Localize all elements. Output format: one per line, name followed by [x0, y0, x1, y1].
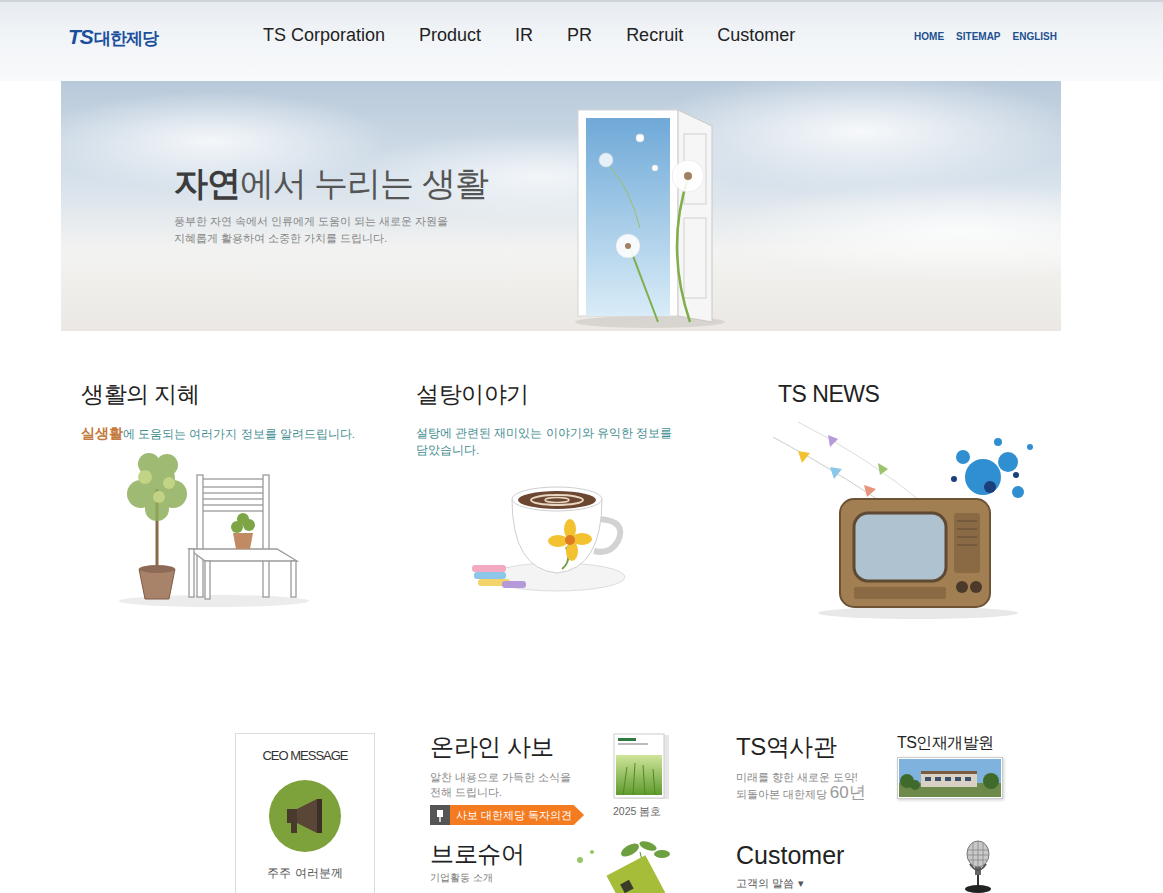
utility-links: HOME SITEMAP ENGLISH	[914, 2, 1061, 44]
description-line: 실생활에 도움되는 여러가지 정보를 알려드립니다.	[81, 425, 416, 443]
utility-link[interactable]: SITEMAP	[956, 29, 1000, 44]
ceo-caption: 주주 여러분께	[236, 864, 374, 882]
brochure-text: 브로슈어기업활동 소개	[430, 840, 570, 893]
brochure-card[interactable]: 브로슈어기업활동 소개	[430, 840, 736, 893]
coffee-cup-icon	[462, 469, 632, 599]
feature-section: 생활의 지혜실생활에 도움되는 여러가지 정보를 알려드립니다.설탕이야기설탕에…	[61, 331, 1061, 733]
television-icon	[768, 417, 1058, 622]
feature-title: 설탕이야기	[416, 381, 778, 409]
dropdown-label: 고객의 말씀	[736, 875, 794, 892]
logo-name: 대한제당	[94, 26, 158, 52]
logo-mark: TS	[68, 21, 93, 53]
brochure-description: 기업활동 소개	[430, 870, 570, 885]
hero-line: 풍부한 자연 속에서 인류에게 도움이 되는 새로운 자원을	[174, 213, 570, 230]
nav-item: TS Corporation	[263, 22, 385, 49]
utility-link[interactable]: ENGLISH	[1013, 29, 1057, 44]
microphone-icon	[954, 840, 1002, 893]
nav-link[interactable]: Recruit	[626, 25, 683, 45]
training-center-card[interactable]: TS인재개발원	[897, 733, 1027, 840]
history-description: 미래를 향한 새로운 도약! 되돌아본 대한제당 60년	[736, 770, 897, 802]
page-body: 자연에서 누리는 생활풍부한 자연 속에서 인류에게 도움이 되는 새로운 자원…	[61, 81, 1061, 893]
nav-item: Product	[419, 22, 481, 49]
ceo-title: CEO MESSAGE	[236, 746, 374, 766]
site-header: TS대한제당TS CorporationProductIRPRRecruitCu…	[0, 0, 1163, 81]
description-line: 설탕에 관련된 재미있는 이야기와 유익한 정보를	[416, 425, 778, 442]
megaphone-icon	[269, 780, 341, 852]
issue-label: 2025 봄호	[613, 804, 671, 820]
text-segment: 에서 누리는 생활	[240, 164, 488, 202]
history-title: TS역사관	[736, 733, 897, 762]
hero-subtitle: 풍부한 자연 속에서 인류에게 도움이 되는 새로운 자원을지혜롭게 활용하여 …	[174, 213, 570, 247]
utility-link[interactable]: HOME	[914, 29, 944, 44]
feature-card[interactable]: 설탕이야기설탕에 관련된 재미있는 이야기와 유익한 정보를담았습니다.	[416, 381, 778, 733]
text-segment: 설탕에 관련된 재미있는 이야기와 유익한 정보를	[416, 427, 672, 439]
feature-title: 생활의 지혜	[81, 381, 416, 409]
webzine-card: 온라인 사보알찬 내용으로 가득한 소식을전해 드립니다. 사보 대한제당 독자의…	[430, 733, 736, 840]
hero-text: 자연에서 누리는 생활풍부한 자연 속에서 인류에게 도움이 되는 새로운 자원…	[174, 81, 570, 331]
text-segment: 자연	[174, 164, 240, 202]
pin-box	[430, 805, 450, 826]
training-title: TS인재개발원	[897, 733, 1027, 752]
text-segment: 미래를 향한 새로운 도약!	[736, 771, 858, 783]
nav-link[interactable]: Customer	[717, 25, 795, 45]
description-line: 미래를 향한 새로운 도약!	[736, 770, 897, 785]
webzine-text: 온라인 사보알찬 내용으로 가득한 소식을전해 드립니다. 사보 대한제당 독자의…	[430, 733, 613, 840]
nav-item: IR	[515, 22, 533, 49]
nav-item: Customer	[717, 22, 795, 49]
feature-card[interactable]: TS NEWS	[778, 381, 1061, 733]
description-line: 알찬 내용으로 가득한 소식을	[430, 770, 613, 785]
description-line: 되돌아본 대한제당 60년	[736, 785, 897, 802]
feature-description: 실생활에 도움되는 여러가지 정보를 알려드립니다.	[81, 425, 416, 443]
reader-opinion-label: 사보 대한제당 독자의견	[450, 805, 584, 826]
reader-opinion-button[interactable]: 사보 대한제당 독자의견	[430, 805, 584, 826]
nav-item: Recruit	[626, 22, 683, 49]
feature-card[interactable]: 생활의 지혜실생활에 도움되는 여러가지 정보를 알려드립니다.	[81, 381, 416, 733]
webzine-title[interactable]: 온라인 사보	[430, 733, 613, 762]
nav-link[interactable]: Product	[419, 25, 481, 45]
hero-banner: 자연에서 누리는 생활풍부한 자연 속에서 인류에게 도움이 되는 새로운 자원…	[61, 81, 1061, 331]
caret-icon: ▾	[798, 875, 804, 892]
webzine-issue[interactable]: 2025 봄호	[613, 733, 671, 840]
customer-card: Customer 고객의 말씀▾	[736, 840, 1027, 893]
customer-title[interactable]: Customer	[736, 840, 844, 870]
webzine-description: 알찬 내용으로 가득한 소식을전해 드립니다.	[430, 770, 613, 800]
door-icon	[570, 81, 730, 331]
bench-icon	[109, 449, 309, 609]
text-segment: 되돌아본 대한제당	[736, 788, 830, 800]
text-segment: 60년	[830, 783, 866, 802]
magazine-cover-icon	[613, 733, 671, 801]
customer-text: Customer 고객의 말씀▾	[736, 840, 844, 893]
quick-link-grid: 온라인 사보알찬 내용으로 가득한 소식을전해 드립니다. 사보 대한제당 독자의…	[430, 733, 1027, 893]
logo[interactable]: TS대한제당	[61, 2, 263, 53]
pin-icon	[436, 807, 444, 823]
nav-item: PR	[567, 22, 592, 49]
brochure-icon	[570, 840, 682, 893]
nav-link[interactable]: IR	[515, 25, 533, 45]
hero-title: 자연에서 누리는 생활	[174, 164, 570, 203]
customer-voice-dropdown[interactable]: 고객의 말씀▾	[736, 875, 804, 892]
description-line: 담았습니다.	[416, 442, 778, 459]
feature-description: 설탕에 관련된 재미있는 이야기와 유익한 정보를담았습니다.	[416, 425, 778, 459]
hero-line: 지혜롭게 활용하여 소중한 가치를 드립니다.	[174, 230, 570, 247]
history-card[interactable]: TS역사관미래를 향한 새로운 도약! 되돌아본 대한제당 60년	[736, 733, 897, 840]
brochure-title: 브로슈어	[430, 840, 570, 869]
nav-link[interactable]: TS Corporation	[263, 25, 385, 45]
description-line: 전해 드립니다.	[430, 785, 613, 800]
feature-title: TS NEWS	[778, 381, 1061, 409]
text-segment: 실생활	[81, 425, 123, 441]
header-bar: TS대한제당TS CorporationProductIRPRRecruitCu…	[61, 2, 1061, 53]
building-photo-icon	[897, 757, 1003, 799]
text-segment: 에 도움되는 여러가지 정보를 알려드립니다.	[123, 428, 355, 440]
main-nav: TS Corporation Product IR PR Recruit Customer	[263, 2, 795, 49]
text-segment: 담았습니다.	[416, 444, 479, 456]
quick-links: CEO MESSAGE 주주 여러분께 온라인 사보알찬 내용으로 가득한 소식을전…	[61, 733, 1061, 893]
nav-link[interactable]: PR	[567, 25, 592, 45]
ceo-message-card[interactable]: CEO MESSAGE 주주 여러분께	[235, 733, 375, 893]
